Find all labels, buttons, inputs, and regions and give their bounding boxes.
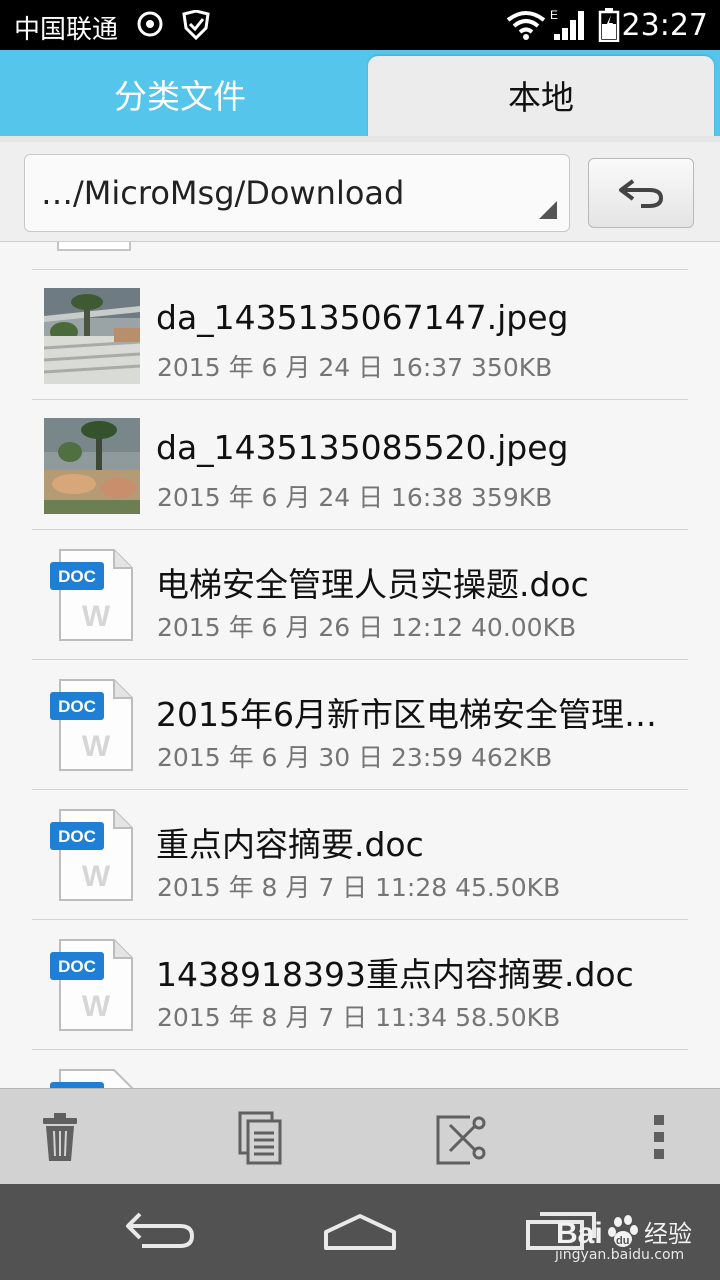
battery-icon	[598, 8, 620, 46]
file-meta: 2015 年 6 月 26 日 12:12 40.00KB	[157, 613, 577, 642]
watermark-brand: Bai	[556, 1217, 603, 1250]
action-bar	[0, 1088, 720, 1184]
copy-button[interactable]	[230, 1107, 290, 1167]
shield-icon	[180, 9, 212, 44]
carrier-name: 中国联通	[14, 15, 119, 45]
nav-home-button[interactable]	[320, 1208, 400, 1256]
list-item[interactable]: DOC W 电梯安全管理人员实操题.doc 2015 年 6 月 26 日 12…	[0, 530, 720, 660]
doc-badge-label: DOC	[58, 957, 96, 976]
network-type-label: E	[550, 8, 558, 22]
watermark-url: jingyan.baidu.com	[555, 1247, 685, 1263]
dropdown-arrow-icon	[539, 201, 557, 219]
watermark-brand-suffix: du	[616, 1235, 629, 1247]
file-name: 2015年6月新市区电梯安全管理…	[156, 695, 657, 734]
cut-icon	[436, 1115, 486, 1165]
copy-icon	[238, 1111, 282, 1165]
doc-file-icon: DOC W	[50, 936, 134, 1032]
file-name: 重点内容摘要.doc	[156, 825, 424, 864]
file-name: 1438918393重点内容摘要.doc	[156, 955, 634, 994]
sync-icon	[136, 10, 164, 42]
file-name: da_1435135085520.jpeg	[156, 428, 569, 467]
file-name: da_1435135067147.jpeg	[156, 298, 569, 337]
path-dropdown[interactable]: …/MicroMsg/Download	[24, 154, 570, 232]
file-meta: 2015 年 8 月 7 日 11:28 45.50KB	[157, 873, 561, 902]
list-item[interactable]: DOC W 2015年6月新市区电梯安全管理… 2015 年 6 月 30 日 …	[0, 660, 720, 790]
trash-icon	[43, 1113, 77, 1161]
tab-local[interactable]: 本地	[368, 56, 714, 138]
doc-file-icon	[50, 1066, 134, 1088]
watermark-label: 经验	[644, 1220, 692, 1248]
signal-icon: E	[550, 8, 590, 46]
list-item[interactable]	[0, 242, 720, 270]
doc-letter: W	[82, 730, 111, 763]
doc-letter: W	[82, 990, 111, 1023]
doc-file-icon: DOC W	[50, 676, 134, 772]
image-thumbnail	[44, 288, 140, 384]
doc-badge-label: DOC	[58, 567, 96, 586]
clock: 23:27	[621, 8, 708, 43]
file-meta: 2015 年 8 月 7 日 11:34 58.50KB	[157, 1003, 561, 1032]
doc-file-icon: DOC W	[50, 806, 134, 902]
wifi-icon	[506, 10, 546, 44]
delete-button[interactable]	[30, 1107, 90, 1167]
doc-file-icon	[50, 242, 134, 252]
file-meta: 2015 年 6 月 30 日 23:59 462KB	[157, 743, 553, 772]
file-list[interactable]: da_1435135067147.jpeg 2015 年 6 月 24 日 16…	[0, 242, 720, 1088]
image-thumbnail	[44, 418, 140, 514]
file-name: 电梯安全管理人员实操题.doc	[156, 565, 589, 604]
list-item[interactable]: DOC W 重点内容摘要.doc 2015 年 8 月 7 日 11:28 45…	[0, 790, 720, 920]
doc-badge-label: DOC	[58, 697, 96, 716]
path-bar: …/MicroMsg/Download	[0, 142, 720, 242]
list-item[interactable]: DOC W 1438918393重点内容摘要.doc 2015 年 8 月 7 …	[0, 920, 720, 1050]
home-icon	[324, 1214, 396, 1250]
list-item[interactable]: da_1435135085520.jpeg 2015 年 6 月 24 日 16…	[0, 400, 720, 530]
file-meta: 2015 年 6 月 24 日 16:37 350KB	[157, 353, 553, 382]
back-icon	[126, 1212, 195, 1248]
current-path: …/MicroMsg/Download	[41, 174, 405, 212]
doc-file-icon: DOC W	[50, 546, 134, 642]
tab-bar: 分类文件 本地	[0, 50, 720, 138]
file-meta: 2015 年 6 月 24 日 16:38 359KB	[157, 483, 553, 512]
more-options-button[interactable]	[630, 1107, 690, 1167]
more-icon	[654, 1115, 664, 1159]
nav-back-button[interactable]	[122, 1208, 198, 1256]
doc-letter: W	[82, 600, 111, 633]
return-arrow-icon	[619, 179, 664, 208]
doc-badge-label: DOC	[58, 827, 96, 846]
status-bar: 中国联通 E 23:27	[0, 0, 720, 50]
tab-categories[interactable]: 分类文件	[0, 50, 360, 138]
list-item[interactable]	[0, 1050, 720, 1088]
cut-button[interactable]	[430, 1107, 490, 1167]
baidu-logo-icon: Bai du 经验	[556, 1215, 692, 1250]
parent-folder-button[interactable]	[588, 158, 694, 228]
doc-letter: W	[82, 860, 111, 893]
list-item[interactable]: da_1435135067147.jpeg 2015 年 6 月 24 日 16…	[0, 270, 720, 400]
